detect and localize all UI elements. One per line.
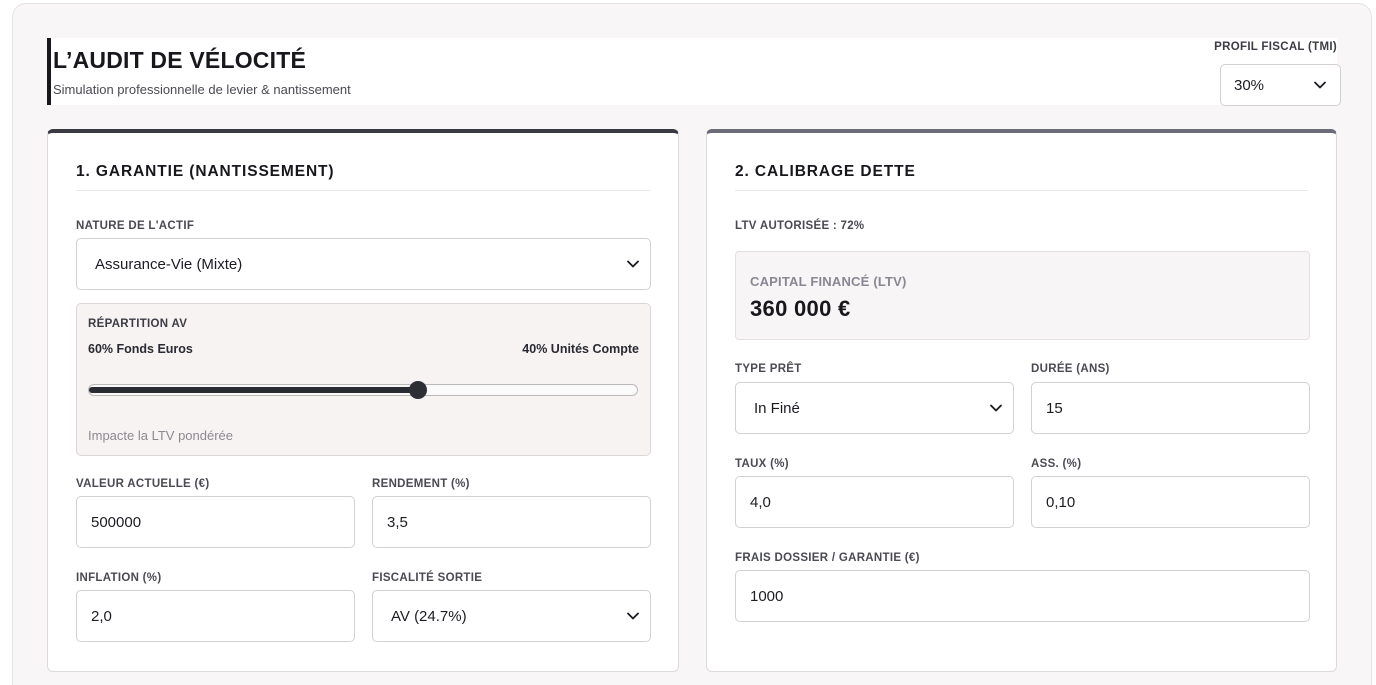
duree-label: DURÉE (ANS) [1031,363,1110,375]
inflation-value: 2,0 [91,607,112,625]
valeur-label: VALEUR ACTUELLE (€) [76,478,210,490]
chevron-down-icon [627,260,639,268]
type-pret-select[interactable]: In Finé [735,382,1014,434]
chevron-down-icon [1314,81,1326,89]
valeur-input[interactable]: 500000 [76,496,355,548]
capital-finance-label: CAPITAL FINANCÉ (LTV) [750,274,907,289]
repartition-slider[interactable] [88,381,638,399]
rendement-input[interactable]: 3,5 [372,496,651,548]
repartition-title: RÉPARTITION AV [88,318,188,330]
type-pret-value: In Finé [754,399,800,417]
divider [76,190,650,191]
fiscal-profile-value: 30% [1234,76,1265,94]
dette-card: 2. CALIBRAGE DETTE LTV AUTORISÉE : 72% C… [706,129,1337,672]
assurance-value: 0,10 [1046,493,1076,511]
repartition-panel: RÉPARTITION AV 60% Fonds Euros 40% Unité… [76,303,651,456]
nature-value: Assurance-Vie (Mixte) [95,255,243,273]
nature-label: NATURE DE L'ACTIF [76,220,195,232]
garantie-title: 1. GARANTIE (NANTISSEMENT) [76,163,335,180]
chevron-down-icon [627,612,639,620]
page-title: L’AUDIT DE VÉLOCITÉ [53,47,306,73]
duree-value: 15 [1046,399,1063,417]
nature-select[interactable]: Assurance-Vie (Mixte) [76,238,651,290]
fiscalite-select[interactable]: AV (24.7%) [372,590,651,642]
duree-input[interactable]: 15 [1031,382,1310,434]
repartition-note: Impacte la LTV pondérée [88,428,234,443]
page-header: L’AUDIT DE VÉLOCITÉ Simulation professio… [47,38,1341,106]
capital-finance-panel: CAPITAL FINANCÉ (LTV) 360 000 € [735,251,1310,340]
capital-finance-value: 360 000 € [750,296,851,321]
ltv-autorisee: LTV AUTORISÉE : 72% [735,220,865,232]
page-subtitle: Simulation professionnelle de levier & n… [53,82,351,97]
slider-fill [89,387,418,393]
taux-input[interactable]: 4,0 [735,476,1014,528]
slider-handle[interactable] [409,381,427,399]
inflation-label: INFLATION (%) [76,572,162,584]
frais-label: FRAIS DOSSIER / GARANTIE (€) [735,552,920,564]
unites-compte-share: 40% Unités Compte [522,342,639,356]
fiscal-profile-label: PROFIL FISCAL (TMI) [1214,41,1337,53]
chevron-down-icon [990,404,1002,412]
frais-input[interactable]: 1000 [735,570,1310,622]
fiscal-profile-select[interactable]: 30% [1220,64,1341,106]
garantie-card: 1. GARANTIE (NANTISSEMENT) NATURE DE L'A… [47,129,679,672]
valeur-value: 500000 [91,513,142,531]
inflation-input[interactable]: 2,0 [76,590,355,642]
taux-label: TAUX (%) [735,458,789,470]
fonds-euros-share: 60% Fonds Euros [88,342,193,356]
dette-title: 2. CALIBRAGE DETTE [735,163,916,180]
assurance-input[interactable]: 0,10 [1031,476,1310,528]
taux-value: 4,0 [750,493,771,511]
frais-value: 1000 [750,587,784,605]
type-pret-label: TYPE PRÊT [735,363,802,375]
fiscalite-label: FISCALITÉ SORTIE [372,572,483,584]
rendement-value: 3,5 [387,513,408,531]
fiscalite-value: AV (24.7%) [391,607,467,625]
rendement-label: RENDEMENT (%) [372,478,470,490]
assurance-label: ASS. (%) [1031,458,1082,470]
divider [735,190,1308,191]
